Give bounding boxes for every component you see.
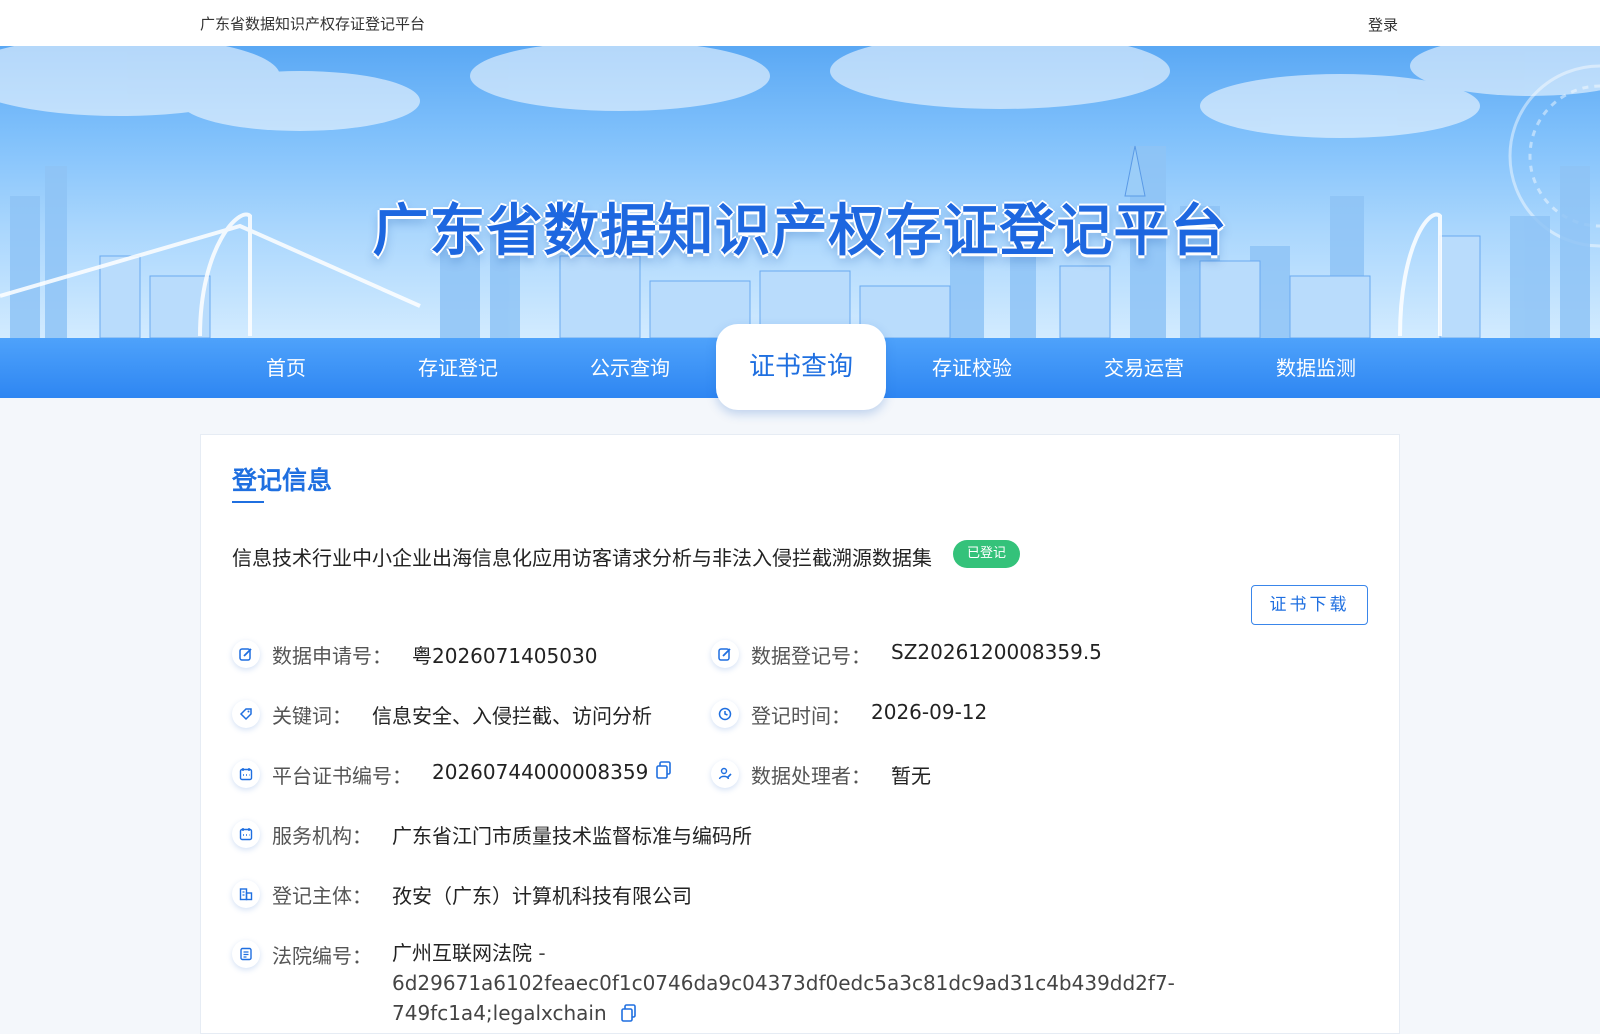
nav-item-monitoring[interactable]: 数据监测	[1236, 338, 1396, 398]
tag-icon	[232, 700, 260, 728]
status-badge: 已登记	[953, 540, 1021, 568]
cert-no-value: 20260744000008359	[432, 760, 649, 784]
processor-value: 暂无	[891, 764, 931, 788]
keywords-label: 关键词：	[272, 704, 352, 728]
field-apply-no: 数据申请号： 粤2026071405030	[232, 640, 597, 669]
court-label: 法院编号：	[272, 944, 372, 968]
field-keywords: 关键词： 信息安全、入侵拦截、访问分析	[232, 700, 652, 729]
document-icon	[232, 940, 260, 968]
keywords-value: 信息安全、入侵拦截、访问分析	[372, 704, 652, 728]
nav-item-verification[interactable]: 存证校验	[892, 338, 1052, 398]
main-nav: 首页 存证登记 公示查询 证书查询 存证校验 交易运营 数据监测	[0, 324, 1600, 410]
section-title: 登记信息	[232, 466, 333, 495]
building-icon	[232, 880, 260, 908]
apply-no-value: 粤2026071405030	[412, 644, 598, 668]
banner-title: 广东省数据知识产权存证登记平台	[372, 199, 1228, 264]
apply-no-label: 数据申请号：	[272, 644, 392, 668]
subject-label: 登记主体：	[272, 884, 372, 908]
field-reg-time: 登记时间： 2026-09-12	[711, 700, 987, 729]
copy-icon[interactable]	[656, 760, 672, 784]
top-bar: 广东省数据知识产权存证登记平台 登录	[0, 0, 1600, 46]
calendar-icon	[232, 820, 260, 848]
certificate-download-button[interactable]: 证书下载	[1251, 585, 1368, 625]
court-value: 广州互联网法院 - 6d29671a6102feaec0f1c0746da9c0…	[392, 938, 1212, 1030]
agency-label: 服务机构：	[272, 824, 372, 848]
reg-time-value: 2026-09-12	[871, 700, 988, 724]
reg-time-label: 登记时间：	[751, 704, 851, 728]
edit-icon	[232, 640, 260, 668]
field-court: 法院编号： 广州互联网法院 - 6d29671a6102feaec0f1c074…	[232, 940, 1212, 1030]
court-name: 广州互联网法院	[392, 941, 532, 965]
reg-no-label: 数据登记号：	[751, 644, 871, 668]
field-processor: 数据处理者： 暂无	[711, 760, 931, 789]
cert-no-label: 平台证书编号：	[272, 764, 412, 788]
field-agency: 服务机构： 广东省江门市质量技术监督标准与编码所	[232, 820, 752, 849]
field-reg-no: 数据登记号： SZ2026120008359.5	[711, 640, 1102, 669]
banner: 广东省数据知识产权存证登记平台	[0, 46, 1600, 338]
edit-icon	[711, 640, 739, 668]
court-hash-line2: 749fc1a4;legalxchain	[392, 1001, 607, 1025]
nav-item-trading[interactable]: 交易运营	[1064, 338, 1224, 398]
user-edit-icon	[711, 760, 739, 788]
nav-item-certificate-query[interactable]: 证书查询	[716, 324, 886, 410]
field-subject: 登记主体： 孜安（广东）计算机科技有限公司	[232, 880, 692, 909]
field-cert-no: 平台证书编号： 20260744000008359	[232, 760, 672, 789]
registration-info-card: 登记信息 信息技术行业中小企业出海信息化应用访客请求分析与非法入侵拦截溯源数据集…	[200, 434, 1400, 1034]
reg-no-value: SZ2026120008359.5	[891, 640, 1102, 664]
subject-value: 孜安（广东）计算机科技有限公司	[392, 884, 692, 908]
site-name[interactable]: 广东省数据知识产权存证登记平台	[200, 13, 425, 34]
nav-item-home[interactable]: 首页	[206, 338, 366, 398]
clock-icon	[711, 700, 739, 728]
copy-icon[interactable]	[621, 1000, 637, 1030]
agency-value: 广东省江门市质量技术监督标准与编码所	[392, 824, 752, 848]
nav-item-public-query[interactable]: 公示查询	[550, 338, 710, 398]
processor-label: 数据处理者：	[751, 764, 871, 788]
calendar-icon	[232, 760, 260, 788]
section-underline	[232, 501, 264, 503]
nav-item-registration[interactable]: 存证登记	[378, 338, 538, 398]
login-link[interactable]: 登录	[1368, 14, 1398, 35]
dataset-title: 信息技术行业中小企业出海信息化应用访客请求分析与非法入侵拦截溯源数据集	[232, 546, 932, 570]
